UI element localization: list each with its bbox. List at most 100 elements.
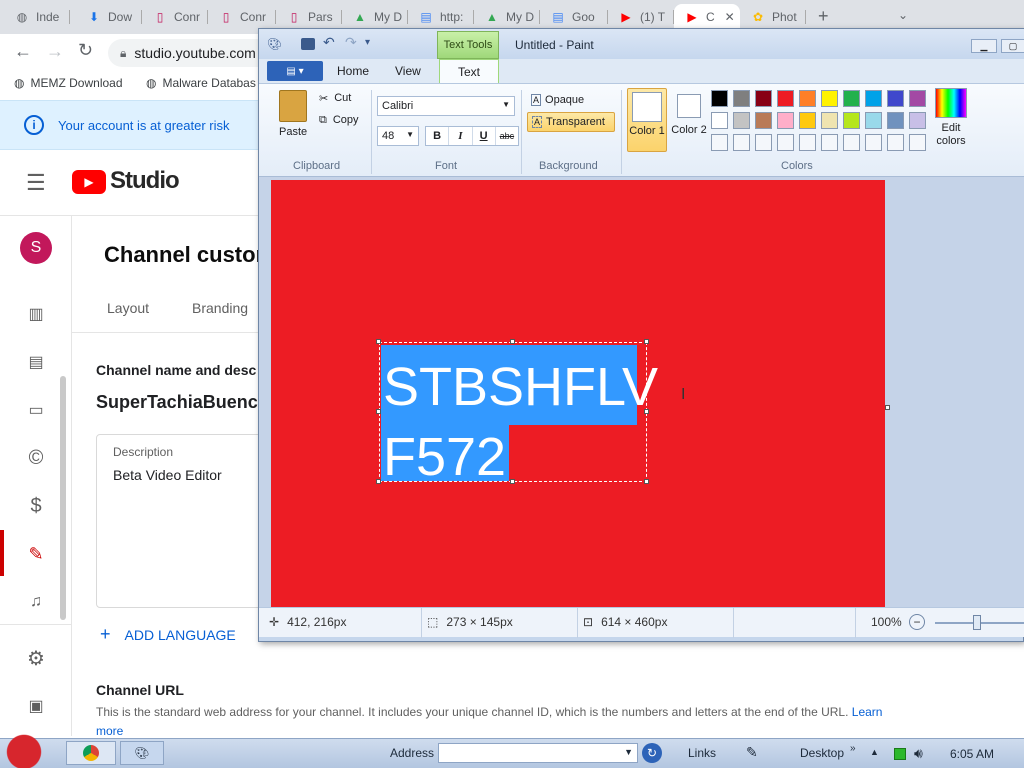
resize-handle[interactable]: [644, 339, 649, 344]
copyright-icon[interactable]: ©: [22, 444, 50, 472]
browser-tab[interactable]: ▲ My D: [342, 4, 408, 30]
resize-handle[interactable]: [644, 409, 649, 414]
cut-button[interactable]: ✂ Cut: [319, 92, 351, 105]
resize-handle[interactable]: [510, 479, 515, 484]
menu-icon[interactable]: ☰: [26, 170, 46, 196]
links-toolbar-label[interactable]: Links: [688, 746, 716, 760]
description-field[interactable]: Description Beta Video Editor: [96, 434, 276, 608]
tab-search-icon[interactable]: ⌄: [898, 8, 908, 22]
quick-access-dropdown-icon[interactable]: ▾: [365, 37, 370, 48]
color-swatch[interactable]: [777, 90, 794, 107]
browser-tab[interactable]: ▶ (1) T: [608, 4, 674, 30]
opaque-button[interactable]: A Opaque: [529, 90, 613, 110]
clock[interactable]: 6:05 AM: [950, 747, 994, 761]
zoom-slider-thumb[interactable]: [973, 615, 981, 630]
customization-icon[interactable]: ✎: [22, 540, 50, 568]
browser-tab[interactable]: ▯ Pars: [276, 4, 342, 30]
color-swatch[interactable]: [909, 112, 926, 129]
start-button-angry-bird-icon[interactable]: [2, 731, 46, 768]
resize-handle[interactable]: [644, 479, 649, 484]
font-size-select[interactable]: 48 ▼: [377, 126, 419, 146]
color-swatch[interactable]: [733, 112, 750, 129]
color-swatch[interactable]: [733, 90, 750, 107]
browser-tab[interactable]: ⬇ Dow: [76, 4, 142, 30]
browser-tab[interactable]: ▤ Goo: [540, 4, 608, 30]
paste-icon[interactable]: [279, 90, 307, 122]
taskbar-address-input[interactable]: ▼: [438, 743, 638, 763]
color-swatch[interactable]: [711, 90, 728, 107]
color-swatch[interactable]: [799, 112, 816, 129]
minimize-button[interactable]: ▁: [971, 39, 997, 53]
notepad-icon[interactable]: ✎: [746, 744, 758, 761]
bookmark-memz[interactable]: ◍ MEMZ Download: [14, 76, 123, 90]
custom-color-slot[interactable]: [799, 134, 816, 151]
custom-color-slot[interactable]: [865, 134, 882, 151]
tab-branding[interactable]: Branding: [192, 300, 248, 316]
custom-color-slot[interactable]: [887, 134, 904, 151]
bold-button[interactable]: B: [426, 127, 450, 145]
tab-view[interactable]: View: [395, 64, 421, 78]
transparent-button[interactable]: A Transparent: [527, 112, 615, 132]
italic-button[interactable]: I: [449, 127, 473, 145]
volume-icon[interactable]: 🔊︎: [914, 745, 923, 762]
browser-tab[interactable]: ▯ Conr: [208, 4, 276, 30]
settings-gear-icon[interactable]: ⚙: [22, 644, 50, 672]
resize-handle[interactable]: [510, 339, 515, 344]
paste-button[interactable]: Paste: [279, 126, 307, 138]
resize-handle[interactable]: [376, 339, 381, 344]
drawing-canvas[interactable]: STBSHFLV F572 I: [271, 180, 885, 607]
forward-icon[interactable]: →: [46, 41, 64, 62]
color-swatch[interactable]: [821, 90, 838, 107]
custom-color-slot[interactable]: [711, 134, 728, 151]
edit-colors-button[interactable]: Edit colors: [931, 122, 971, 148]
canvas-resize-handle[interactable]: [885, 405, 890, 410]
comments-icon[interactable]: ▤: [22, 348, 50, 376]
tab-layout[interactable]: Layout: [107, 300, 149, 316]
monetization-icon[interactable]: $: [22, 492, 50, 520]
avatar[interactable]: S: [20, 232, 52, 264]
bookmark-malware-database[interactable]: ◍ Malware Databas: [146, 76, 256, 90]
color-swatch[interactable]: [821, 112, 838, 129]
learn-more-link-continued[interactable]: more: [96, 724, 123, 738]
color-swatch[interactable]: [843, 112, 860, 129]
save-icon[interactable]: [301, 38, 315, 50]
color-swatch[interactable]: [755, 112, 772, 129]
custom-color-slot[interactable]: [755, 134, 772, 151]
new-tab-button[interactable]: +: [818, 6, 829, 27]
custom-color-slot[interactable]: [733, 134, 750, 151]
resize-handle[interactable]: [376, 479, 381, 484]
color-swatch[interactable]: [843, 90, 860, 107]
underline-button[interactable]: U: [473, 127, 496, 145]
paint-menu-button[interactable]: ▤ ▾: [267, 61, 323, 81]
youtube-logo-icon[interactable]: ▶: [72, 170, 106, 194]
text-line-2[interactable]: F572: [383, 422, 506, 478]
color-swatch[interactable]: [711, 112, 728, 129]
browser-tab[interactable]: ◍ Inde: [4, 4, 70, 30]
chevron-right-icon[interactable]: »: [850, 743, 856, 754]
custom-color-slot[interactable]: [843, 134, 860, 151]
taskbar-paint-button[interactable]: 🎨︎: [120, 741, 164, 765]
analytics-icon[interactable]: ▥: [22, 300, 50, 328]
browser-tab[interactable]: ▯ Conr: [142, 4, 208, 30]
sidebar-scrollbar[interactable]: [60, 376, 66, 620]
go-icon[interactable]: ↻: [642, 743, 662, 763]
close-tab-icon[interactable]: ✕: [725, 10, 735, 24]
channel-name-field[interactable]: SuperTachiaBuenc: [96, 392, 258, 413]
resize-handle[interactable]: [376, 409, 381, 414]
redo-icon[interactable]: ↷: [345, 34, 357, 51]
custom-color-slot[interactable]: [777, 134, 794, 151]
strikethrough-button[interactable]: abc: [496, 127, 518, 145]
taskbar-chrome-button[interactable]: [66, 741, 116, 765]
add-language-button[interactable]: + ADD LANGUAGE: [100, 624, 236, 645]
feedback-icon[interactable]: ▣: [22, 692, 50, 720]
tray-expand-icon[interactable]: ▲: [870, 747, 879, 757]
color-swatch[interactable]: [887, 90, 904, 107]
color-swatch[interactable]: [777, 112, 794, 129]
color-swatch[interactable]: [865, 90, 882, 107]
back-icon[interactable]: ←: [14, 41, 32, 62]
color-swatch[interactable]: [887, 112, 904, 129]
edit-colors-icon[interactable]: [935, 88, 967, 118]
learn-more-link[interactable]: Learn: [852, 705, 883, 719]
paint-app-icon[interactable]: 🎨︎: [267, 37, 282, 51]
custom-color-slot[interactable]: [821, 134, 838, 151]
